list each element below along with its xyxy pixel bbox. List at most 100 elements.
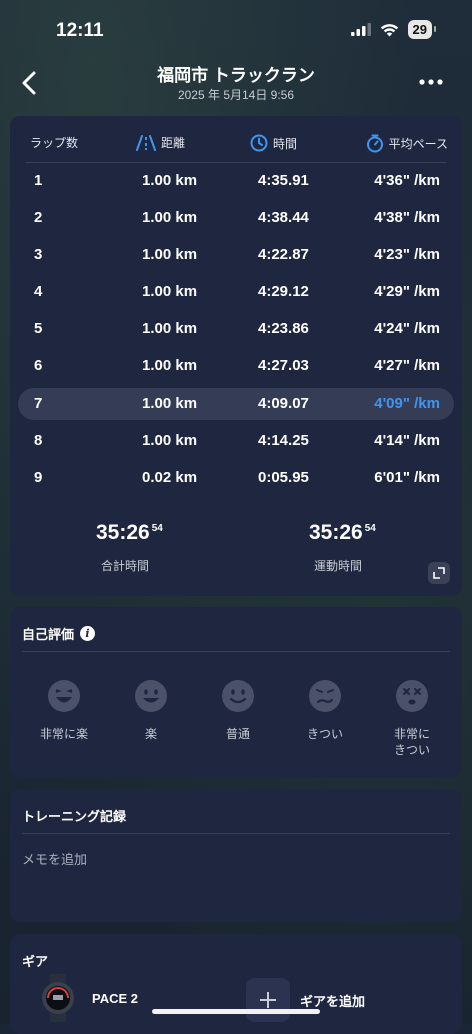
more-horizontal-icon xyxy=(419,79,443,85)
wifi-icon xyxy=(380,23,398,36)
gear-device-name[interactable]: PACE 2 xyxy=(92,991,138,1006)
lap-number: 8 xyxy=(34,432,43,449)
moving-time-value: 35:26 54 xyxy=(309,521,376,545)
time-header-label: 時間 xyxy=(273,136,298,151)
rating-normal[interactable]: 普通 xyxy=(198,679,278,742)
info-icon[interactable]: i xyxy=(80,626,96,641)
clock-icon xyxy=(250,134,268,152)
add-gear-label[interactable]: ギアを追加 xyxy=(300,991,365,1010)
lap-time: 4:23.86 xyxy=(258,320,309,337)
header-divider xyxy=(26,162,446,163)
lap-pace: 4'23" /km xyxy=(374,246,440,263)
road-distance-icon xyxy=(136,134,156,151)
lap-row[interactable]: 9 0.02 km 0:05.95 6'01" /km xyxy=(18,462,454,494)
more-options-button[interactable] xyxy=(416,70,446,94)
lap-row[interactable]: 5 1.00 km 4:23.86 4'24" /km xyxy=(18,313,454,345)
lap-row[interactable]: 2 1.00 km 4:38.44 4'38" /km xyxy=(18,202,454,234)
lap-row-highlighted[interactable]: 7 1.00 km 4:09.07 4'09" /km xyxy=(18,388,454,420)
smiling-face-icon xyxy=(222,680,254,712)
lap-pace: 6'01" /km xyxy=(374,469,440,486)
lap-number: 7 xyxy=(34,395,43,412)
status-icons: 29 xyxy=(350,20,437,39)
status-time: 12:11 xyxy=(56,20,104,41)
total-time-value: 35:26 54 xyxy=(96,521,163,545)
gear-card: ギア PACE 2 ギアを追加 xyxy=(10,934,462,1034)
grimacing-face-icon xyxy=(309,680,341,712)
gear-title: ギア xyxy=(22,954,49,969)
lap-pace-fastest: 4'09" /km xyxy=(374,395,440,412)
total-time-main: 35:26 xyxy=(96,521,150,544)
battery-indicator: 29 xyxy=(407,20,437,39)
rating-easy[interactable]: 楽 xyxy=(111,679,191,742)
rating-label: 非常に楽 xyxy=(39,727,88,741)
lap-pace: 4'14" /km xyxy=(374,432,440,449)
rating-label-line2: きつい xyxy=(393,743,430,757)
lap-distance: 1.00 km xyxy=(142,172,198,189)
expand-icon xyxy=(433,567,445,579)
rating-label: 普通 xyxy=(225,727,250,741)
rating-very-hard[interactable]: 非常に きつい xyxy=(372,679,452,758)
lap-time: 4:38.44 xyxy=(258,209,309,226)
lap-pace: 4'24" /km xyxy=(374,320,440,337)
moving-time-label: 運動時間 xyxy=(314,559,363,573)
watch-icon xyxy=(42,974,74,1022)
rating-label: 楽 xyxy=(144,727,157,741)
self-evaluation-title-text: 自己評価 xyxy=(22,627,75,642)
dizzy-face-icon xyxy=(396,680,428,712)
lap-time: 0:05.95 xyxy=(258,469,309,486)
stopwatch-icon xyxy=(366,134,383,153)
lap-number: 4 xyxy=(34,283,43,300)
add-gear-button[interactable] xyxy=(246,978,290,1022)
laughing-face-icon xyxy=(48,680,80,712)
self-evaluation-title: 自己評価 i xyxy=(22,624,96,643)
lap-pace: 4'27" /km xyxy=(374,357,440,374)
divider xyxy=(22,651,450,652)
cellular-signal-icon xyxy=(350,23,371,36)
lap-distance: 1.00 km xyxy=(142,209,198,226)
lap-number: 5 xyxy=(34,320,43,337)
distance-header-label: 距離 xyxy=(161,136,186,150)
lap-row[interactable]: 1 1.00 km 4:35.91 4'36" /km xyxy=(18,165,454,197)
lap-pace: 4'38" /km xyxy=(374,209,440,226)
laps-card: ラップ数 距離 時間 平均ペース 1 1.00 km 4:35.91 4'36"… xyxy=(10,116,462,596)
header: 福岡市 トラックラン 2025 年 5月14日 9:56 xyxy=(0,58,472,108)
lap-row[interactable]: 8 1.00 km 4:14.25 4'14" /km xyxy=(18,425,454,457)
total-time-fraction: 54 xyxy=(151,523,163,534)
lap-distance: 1.00 km xyxy=(142,246,198,263)
lap-distance: 1.00 km xyxy=(142,283,198,300)
lap-header-label: ラップ数 xyxy=(30,136,79,150)
lap-distance: 1.00 km xyxy=(142,357,198,374)
distance-header: 距離 xyxy=(136,134,185,151)
lap-header: ラップ数 xyxy=(30,134,78,151)
lap-row[interactable]: 3 1.00 km 4:22.87 4'23" /km xyxy=(18,239,454,271)
lap-time: 4:29.12 xyxy=(258,283,309,300)
page-title: 福岡市 トラックラン xyxy=(157,66,315,85)
plus-icon xyxy=(260,992,276,1008)
lap-number: 2 xyxy=(34,209,43,226)
rating-very-easy[interactable]: 非常に楽 xyxy=(24,679,104,742)
lap-pace: 4'36" /km xyxy=(374,172,440,189)
self-evaluation-card: 自己評価 i 非常に楽 楽 普通 きつい 非常に きつい xyxy=(10,607,462,777)
lap-number: 9 xyxy=(34,469,43,486)
lap-number: 6 xyxy=(34,357,43,374)
pace-header: 平均ペース xyxy=(366,134,448,153)
lap-row[interactable]: 4 1.00 km 4:29.12 4'29" /km xyxy=(18,276,454,308)
time-header: 時間 xyxy=(250,134,297,152)
grinning-face-icon xyxy=(135,680,167,712)
lap-time: 4:35.91 xyxy=(258,172,309,189)
expand-button[interactable] xyxy=(428,562,450,584)
lap-time: 4:27.03 xyxy=(258,357,309,374)
lap-row[interactable]: 6 1.00 km 4:27.03 4'27" /km xyxy=(18,350,454,382)
rating-hard[interactable]: きつい xyxy=(285,679,365,742)
moving-time-main: 35:26 xyxy=(309,521,363,544)
rating-label: きつい xyxy=(306,727,343,741)
lap-distance: 1.00 km xyxy=(142,320,198,337)
memo-input[interactable]: メモを追加 xyxy=(22,849,87,868)
lap-distance: 1.00 km xyxy=(142,432,198,449)
home-indicator[interactable] xyxy=(152,1009,320,1014)
laps-table-header: ラップ数 距離 時間 平均ペース xyxy=(10,134,462,154)
status-bar: 12:11 29 xyxy=(0,0,472,58)
lap-time: 4:09.07 xyxy=(258,395,309,412)
lap-distance: 1.00 km xyxy=(142,395,198,412)
training-record-card: トレーニング記録 メモを追加 xyxy=(10,789,462,922)
